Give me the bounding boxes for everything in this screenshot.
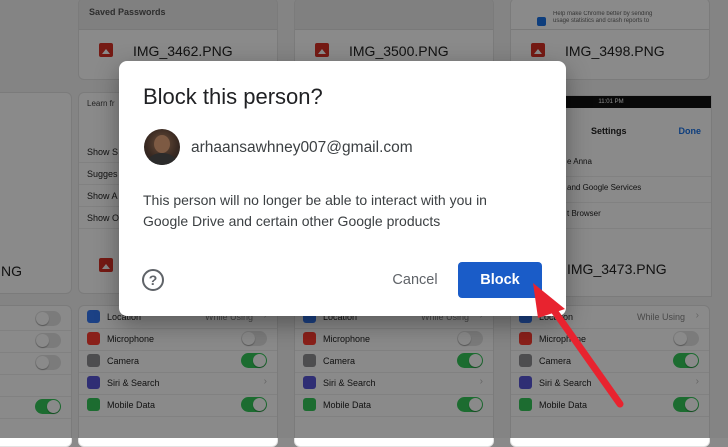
annotation-arrow-icon: [533, 283, 624, 408]
